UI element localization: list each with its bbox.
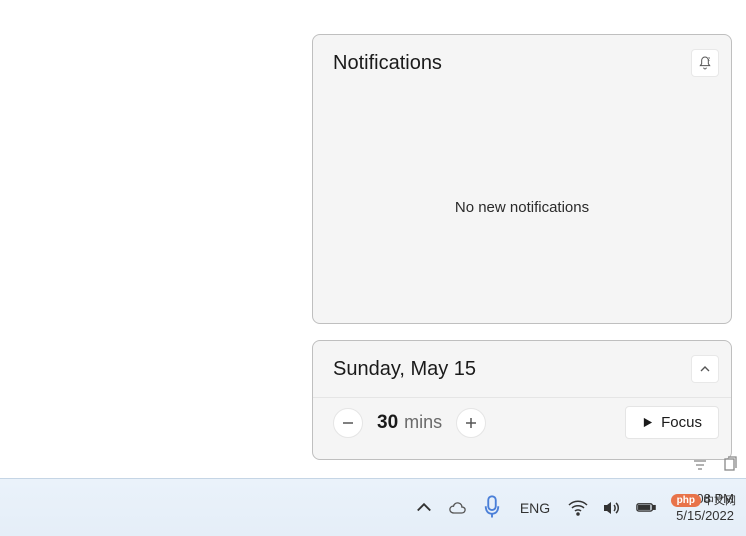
language-button[interactable]: ENG <box>516 500 554 516</box>
focus-duration-display: 30 mins <box>377 412 442 434</box>
overlay-controls <box>692 456 738 472</box>
focus-duration-controls: 30 mins <box>333 408 486 438</box>
chevron-up-icon <box>414 498 434 518</box>
wifi-button[interactable] <box>568 498 588 518</box>
cloud-icon <box>448 500 468 516</box>
bell-snooze-icon: z <box>697 55 713 71</box>
microphone-icon <box>482 495 502 520</box>
focus-duration-value: 30 <box>377 412 398 434</box>
wifi-icon <box>568 500 588 516</box>
chevron-up-icon <box>697 361 713 377</box>
notifications-title: Notifications <box>333 52 442 75</box>
watermark-badge: php <box>671 494 701 507</box>
notifications-empty-state: No new notifications <box>313 91 731 323</box>
focus-duration-unit: mins <box>404 412 442 433</box>
do-not-disturb-button[interactable]: z <box>691 49 719 77</box>
calendar-panel: Sunday, May 15 30 mins Focus <box>312 340 732 460</box>
minus-icon <box>342 417 354 429</box>
increase-duration-button[interactable] <box>456 408 486 438</box>
volume-button[interactable] <box>602 498 622 518</box>
clock-date: 5/15/2022 <box>676 508 734 525</box>
focus-button-label: Focus <box>661 414 702 431</box>
collapse-button[interactable] <box>691 355 719 383</box>
tray-overflow-button[interactable] <box>414 498 434 518</box>
play-icon <box>642 417 653 428</box>
taskbar: ENG 12:08 PM 5/15/2022 <box>0 478 746 536</box>
filter-lines-icon[interactable] <box>692 456 708 472</box>
calendar-header: Sunday, May 15 <box>313 341 731 397</box>
plus-icon <box>465 417 477 429</box>
copy-icon[interactable] <box>722 456 738 472</box>
svg-text:z: z <box>708 56 711 62</box>
weather-button[interactable] <box>448 498 468 518</box>
battery-button[interactable] <box>636 498 656 518</box>
watermark-text: 中文网 <box>703 492 736 508</box>
speaker-icon <box>602 500 622 516</box>
decrease-duration-button[interactable] <box>333 408 363 438</box>
voice-typing-button[interactable] <box>482 498 502 518</box>
notifications-panel: Notifications z No new notifications <box>312 34 732 324</box>
start-focus-button[interactable]: Focus <box>625 406 719 439</box>
calendar-date: Sunday, May 15 <box>333 358 476 381</box>
watermark: php 中文网 <box>671 492 736 508</box>
battery-icon <box>636 502 656 513</box>
notifications-header: Notifications z <box>313 35 731 91</box>
focus-row: 30 mins Focus <box>313 397 731 451</box>
